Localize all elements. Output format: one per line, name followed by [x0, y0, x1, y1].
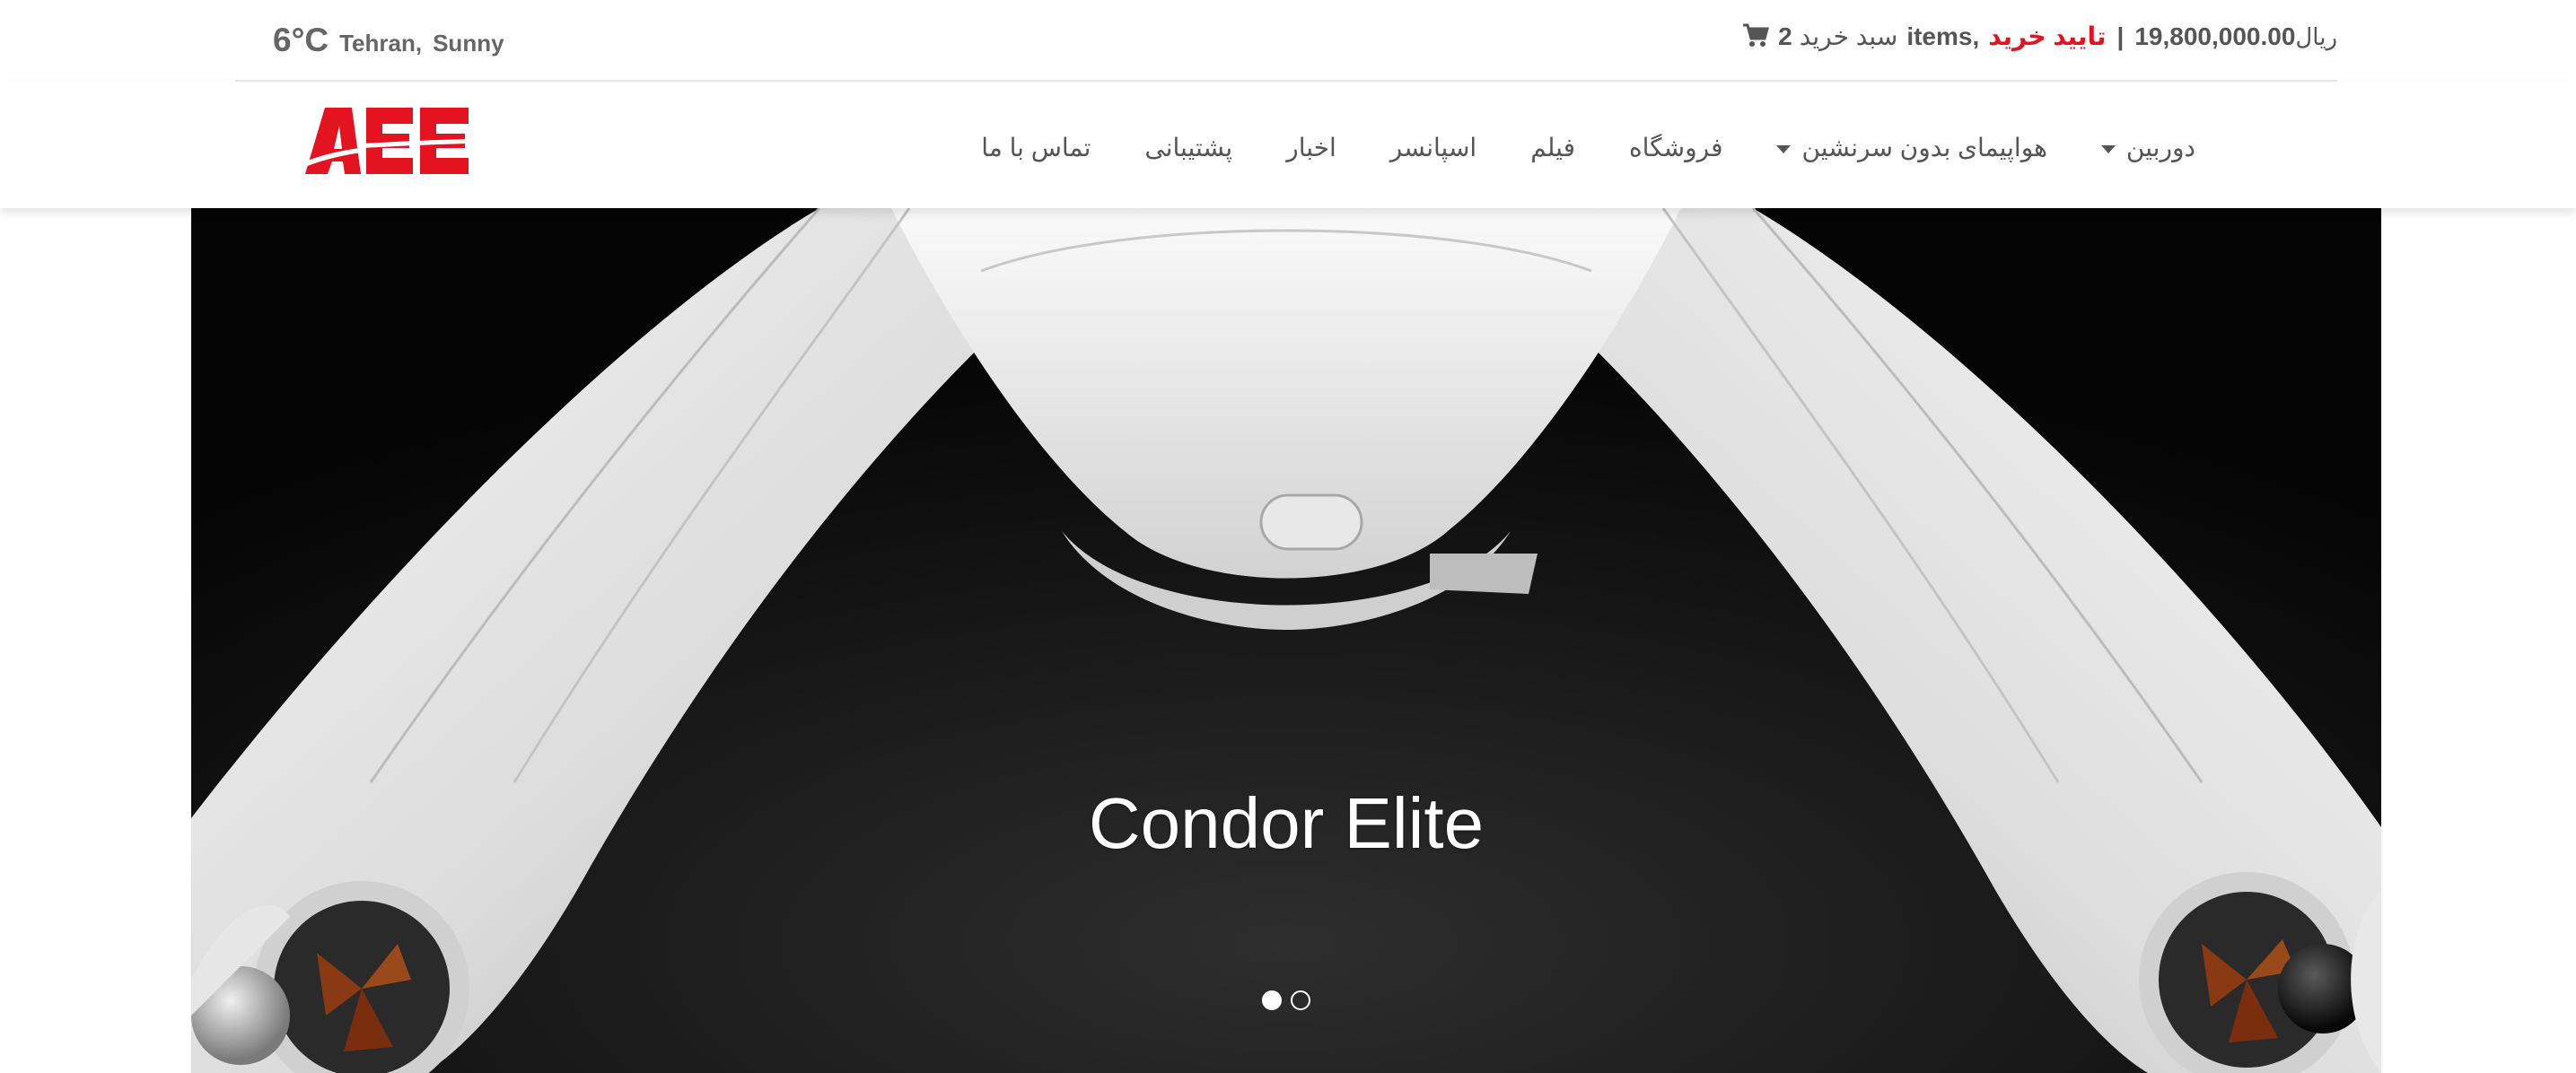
- nav-item-shop[interactable]: فروشگاه: [1629, 133, 1722, 162]
- weather-city: Tehran,: [339, 30, 423, 57]
- weather-condition: Sunny: [433, 30, 504, 57]
- slider-pagination: [191, 990, 2381, 1010]
- nav-item-drone[interactable]: هواپیمای بدون سرنشین: [1776, 133, 2047, 162]
- weather-widget: 6°C Tehran, Sunny: [273, 22, 504, 59]
- drone-hero-image: [191, 208, 2381, 1073]
- nav-item-label: فیلم: [1530, 134, 1575, 161]
- nav-item-label: تماس با ما: [981, 134, 1091, 161]
- cart-count: 2: [1778, 22, 1792, 50]
- cart-currency: ریال: [2295, 23, 2337, 50]
- main-navbar: دوربین هواپیمای بدون سرنشین فروشگاه فیلم…: [0, 83, 2576, 208]
- cart-summary[interactable]: 2 سبد خرید items , تایید خرید | 19,800,0…: [1742, 20, 2337, 51]
- cart-separator: |: [2116, 22, 2125, 50]
- nav-item-label: هواپیمای بدون سرنشین: [1801, 134, 2047, 161]
- top-bar-inner: 6°C Tehran, Sunny 2 سبد خرید items , تای…: [235, 0, 2337, 82]
- hero-caption: Condor Elite: [1088, 783, 1485, 863]
- chevron-down-icon: [1776, 145, 1792, 153]
- hero-slider[interactable]: Condor Elite: [191, 208, 2381, 1073]
- cart-comma: ,: [1972, 22, 1980, 50]
- weather-temperature: 6°C: [273, 22, 329, 58]
- nav-item-label: دوربین: [2125, 134, 2195, 161]
- nav-item-sponsor[interactable]: اسپانسر: [1390, 133, 1476, 162]
- nav-item-support[interactable]: پشتیبانی: [1144, 133, 1232, 162]
- nav-item-label: پشتیبانی: [1144, 134, 1233, 161]
- nav-item-label: اخبار: [1286, 134, 1336, 161]
- nav-item-camera[interactable]: دوربین: [2100, 133, 2195, 162]
- nav-item-label: فروشگاه: [1628, 134, 1723, 161]
- chevron-down-icon: [2100, 145, 2116, 153]
- nav-item-news[interactable]: اخبار: [1286, 133, 1336, 162]
- nav-item-contact[interactable]: تماس با ما: [981, 133, 1091, 162]
- cart-items-word: items: [1906, 22, 1973, 50]
- slider-dot-2[interactable]: [1291, 990, 1310, 1010]
- top-bar: 6°C Tehran, Sunny 2 سبد خرید items , تای…: [0, 0, 2576, 83]
- nav-item-label: اسپانسر: [1389, 134, 1477, 161]
- checkout-link[interactable]: تایید خرید: [1988, 22, 2106, 51]
- shopping-cart-icon[interactable]: [1742, 22, 1770, 48]
- slider-dot-1[interactable]: [1262, 990, 1282, 1010]
- nav-item-video[interactable]: فیلم: [1530, 133, 1575, 162]
- main-nav: دوربین هواپیمای بدون سرنشین فروشگاه فیلم…: [981, 133, 2195, 162]
- cart-label: سبد خرید: [1799, 22, 1898, 50]
- aee-logo[interactable]: [305, 108, 469, 174]
- cart-total: 19,800,000.00: [2134, 22, 2296, 50]
